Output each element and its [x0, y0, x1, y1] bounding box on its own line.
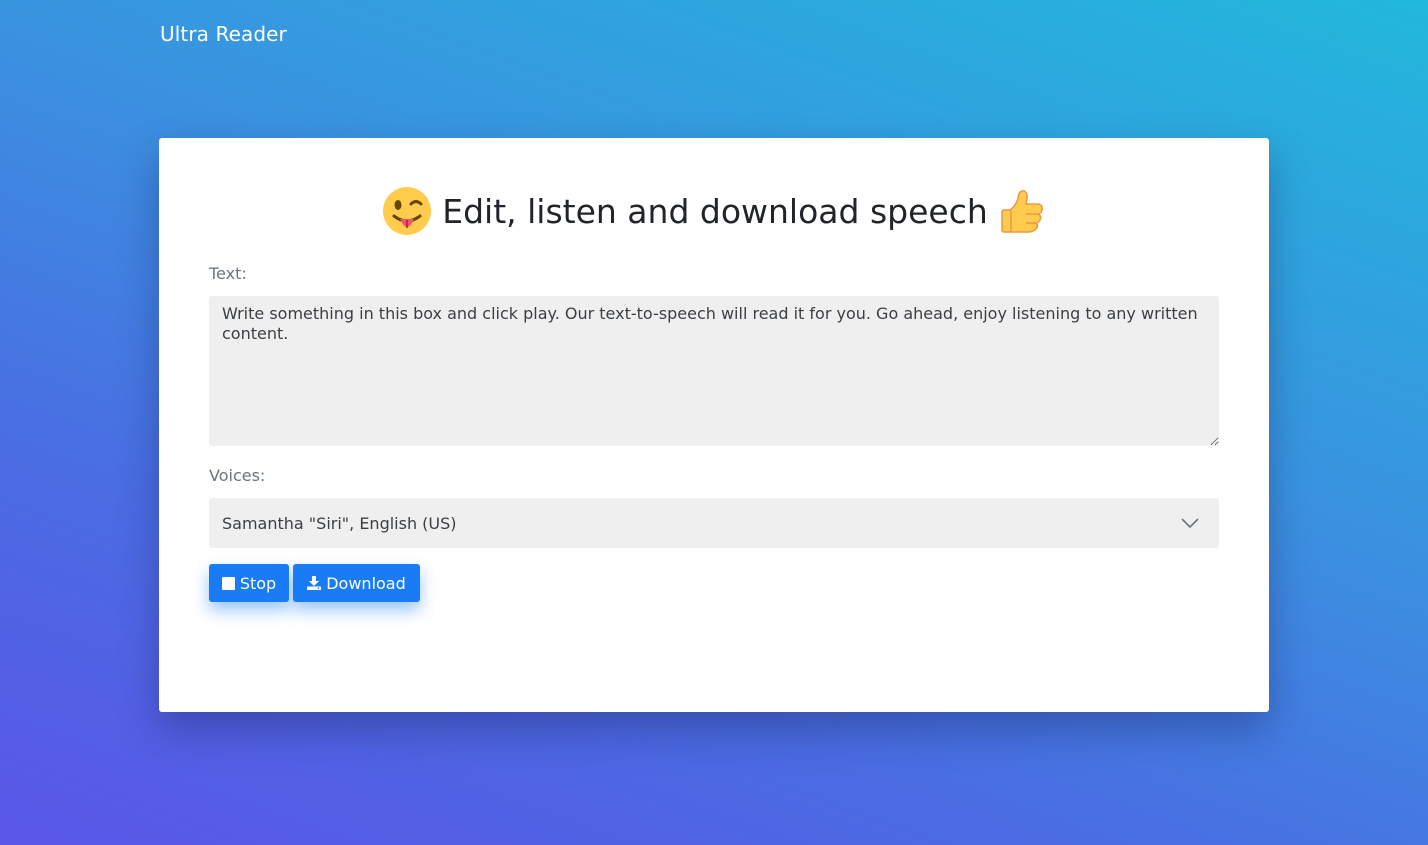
chevron-down-icon	[1181, 518, 1199, 529]
page-title: Edit, listen and download speech	[159, 186, 1269, 236]
voices-selected-value: Samantha "Siri", English (US)	[222, 513, 457, 533]
download-button-label: Download	[326, 573, 406, 593]
text-input[interactable]: Write something in this box and click pl…	[209, 296, 1219, 446]
main-card: Edit, listen and download speech Text: W…	[159, 138, 1269, 712]
stop-button[interactable]: Stop	[209, 564, 289, 602]
download-button[interactable]: Download	[293, 564, 420, 602]
voices-select[interactable]: Samantha "Siri", English (US)	[209, 498, 1219, 548]
app-brand[interactable]: Ultra Reader	[160, 22, 287, 46]
stop-button-label: Stop	[239, 573, 277, 593]
thumbs-up-icon	[996, 186, 1046, 236]
winking-face-with-tongue-icon	[382, 186, 432, 236]
text-label: Text:	[209, 264, 247, 283]
voices-label: Voices:	[209, 466, 266, 485]
page-title-text: Edit, listen and download speech	[442, 191, 988, 231]
download-icon	[307, 576, 322, 590]
stop-square-icon	[221, 576, 235, 590]
